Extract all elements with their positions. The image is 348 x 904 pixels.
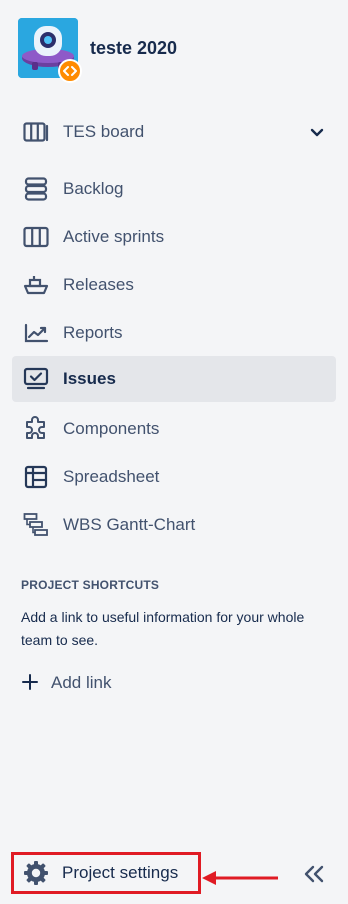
project-settings-button[interactable]: Project settings <box>11 852 201 894</box>
add-link-label: Add link <box>51 673 112 692</box>
nav-item-backlog[interactable]: Backlog <box>12 166 336 212</box>
project-name[interactable]: teste 2020 <box>90 38 177 59</box>
chevron-down-icon[interactable] <box>308 123 326 141</box>
nav-item-label: Releases <box>63 275 134 294</box>
plus-icon <box>20 673 40 694</box>
nav-item-releases[interactable]: Releases <box>12 262 336 308</box>
spreadsheet-icon <box>22 463 50 491</box>
project-header: teste 2020 <box>18 18 338 83</box>
annotation-arrow-icon <box>202 871 278 885</box>
nav-item-label: Issues <box>63 369 116 388</box>
gear-icon <box>22 859 50 887</box>
nav-item-active-sprints[interactable]: Active sprints <box>12 214 336 260</box>
backlog-icon <box>22 175 50 203</box>
nav-item-label: Active sprints <box>63 227 165 246</box>
nav-item-label: Spreadsheet <box>63 467 160 486</box>
columns-icon <box>22 223 50 251</box>
nav-item-label: Reports <box>63 323 123 342</box>
chart-icon <box>22 319 50 347</box>
board-icon <box>22 118 50 146</box>
nav-item-wbs-gantt-chart[interactable]: WBS Gantt-Chart <box>12 502 336 548</box>
issues-icon <box>22 365 50 393</box>
puzzle-icon <box>22 415 50 443</box>
nav-item-label: WBS Gantt-Chart <box>63 515 196 534</box>
ship-icon <box>22 271 50 299</box>
gantt-icon <box>22 511 50 539</box>
nav-item-reports[interactable]: Reports <box>12 310 336 356</box>
board-selector[interactable]: TES board <box>12 110 336 154</box>
add-link-button[interactable]: Add link <box>20 666 111 700</box>
project-shortcuts-title: PROJECT SHORTCUTS <box>21 578 160 592</box>
board-selector-label: TES board <box>63 122 145 141</box>
code-badge-icon <box>58 59 82 83</box>
nav-item-spreadsheet[interactable]: Spreadsheet <box>12 454 336 500</box>
nav-item-label: Backlog <box>63 179 124 198</box>
nav-item-issues[interactable]: Issues <box>12 356 336 402</box>
project-shortcuts-description: Add a link to useful information for you… <box>21 609 305 648</box>
nav-item-components[interactable]: Components <box>12 406 336 452</box>
collapse-sidebar-icon[interactable] <box>300 860 328 888</box>
project-settings-label: Project settings <box>62 863 179 882</box>
nav-item-label: Components <box>63 419 160 438</box>
